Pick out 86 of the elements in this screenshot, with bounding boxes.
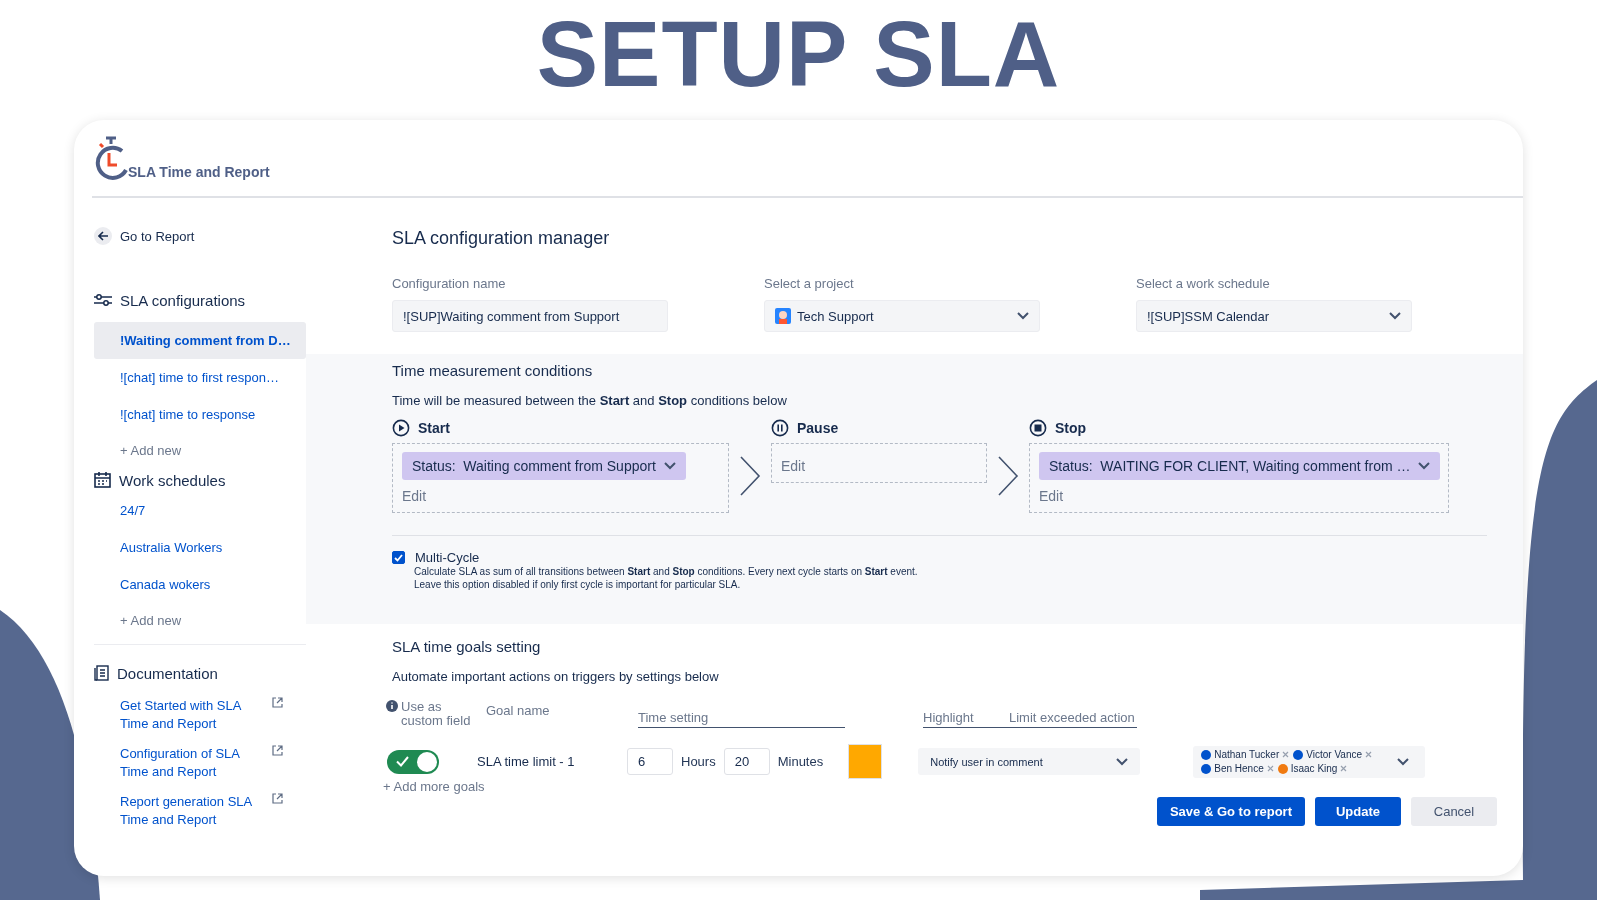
section-title: Time measurement conditions: [392, 362, 594, 379]
edit-link[interactable]: Edit: [1039, 488, 1064, 504]
section-title: Documentation: [117, 664, 218, 682]
play-icon: [392, 419, 410, 437]
name-field[interactable]: ![SUP]Waiting comment from Support: [392, 300, 668, 332]
unit-label: Hours: [681, 754, 716, 769]
sidebar-item[interactable]: ![chat] time to first respon…: [94, 359, 306, 396]
status-chip[interactable]: Status: Waiting comment from Support: [402, 452, 686, 480]
field-label: Select a work schedule: [1136, 276, 1271, 293]
hours-field[interactable]: 6: [627, 748, 673, 775]
section-title: Work schedules: [119, 471, 226, 489]
add-goals-link[interactable]: + Add more goals: [383, 779, 485, 794]
primary-button[interactable]: Update: [1315, 797, 1401, 826]
minutes-field[interactable]: 20: [723, 748, 770, 775]
doc-link[interactable]: Report generation SLA Time and Report: [120, 793, 270, 829]
step-label: Pause: [797, 420, 839, 436]
cancel-button[interactable]: Cancel: [1411, 797, 1497, 826]
check-icon: [396, 755, 409, 767]
status-chip[interactable]: Status: WAITING FOR CLIENT, Waiting comment from …: [1039, 452, 1441, 480]
toggle-switch[interactable]: [387, 749, 439, 774]
chevron-right-icon: [739, 456, 761, 496]
color-swatch[interactable]: [848, 744, 883, 779]
add-new-link[interactable]: + Add new: [94, 603, 306, 638]
unit-label: Minutes: [777, 754, 824, 769]
checkbox[interactable]: [392, 551, 405, 564]
stop-icon: [1029, 419, 1047, 437]
chevron-down-icon: [663, 462, 676, 470]
step-label: Start: [418, 420, 450, 436]
step-label: Stop: [1055, 420, 1087, 436]
column-header: Limit exceeded action: [1009, 710, 1137, 728]
help-text: Leave this option disabled if only first cycle is important for particular SLA.: [413, 578, 742, 591]
external-link-icon: [272, 793, 283, 804]
chevron-down-icon: [1017, 312, 1029, 320]
sidebar-item[interactable]: 24/7: [94, 492, 306, 529]
chevron-down-icon: [1389, 312, 1401, 320]
doc-link[interactable]: Get Started with SLA Time and Report: [120, 697, 270, 733]
goal-name: SLA time limit - 1: [477, 754, 576, 769]
user-tag: Isaac King: [1290, 762, 1338, 775]
doc-link[interactable]: Configuration of SLA Time and Report: [120, 745, 270, 781]
sidebar-item[interactable]: Canada wokers: [94, 566, 306, 603]
document-icon: [94, 665, 109, 681]
column-header: Use as custom field: [401, 700, 472, 728]
remove-icon[interactable]: [1266, 765, 1274, 772]
external-link-icon: [272, 745, 283, 756]
field-label: Select a project: [764, 276, 855, 293]
edit-link[interactable]: Edit: [402, 488, 427, 504]
user-tag: Victor Vance: [1306, 748, 1363, 761]
action-select[interactable]: Notify user in comment: [918, 748, 1141, 775]
section-title: SLA configurations: [120, 291, 246, 309]
edit-link[interactable]: Edit: [781, 458, 806, 474]
user-tag: Ben Hence: [1214, 762, 1264, 775]
project-icon: [775, 308, 791, 324]
field-label: Configuration name: [392, 276, 507, 293]
info-icon: [386, 700, 398, 712]
section-title: SLA time goals setting: [392, 638, 542, 655]
section-description: Time will be measured between the Start and Stop conditions below: [392, 393, 788, 408]
app-name: SLA Time and Report: [128, 164, 270, 180]
section-description: Automate important actions on triggers by settings below: [392, 669, 720, 684]
sidebar-item[interactable]: Australia Workers: [94, 529, 306, 566]
sidebar-item[interactable]: ![chat] time to response: [94, 396, 306, 433]
add-new-link[interactable]: + Add new: [94, 433, 306, 468]
page-heading: SLA configuration manager: [392, 228, 611, 250]
chevron-down-icon: [1116, 757, 1129, 766]
user-select[interactable]: Nathan Tucker Victor Vance Ben Hence Isaac King: [1193, 745, 1426, 778]
column-header: Goal name: [486, 703, 551, 720]
external-link-icon: [272, 697, 283, 708]
remove-icon[interactable]: [1282, 751, 1290, 758]
help-text: Calculate SLA as sum of all transitions between Start and Stop conditions. Every next cycle starts on Start event.: [413, 565, 919, 578]
column-header: Time setting: [638, 710, 845, 728]
remove-icon[interactable]: [1340, 765, 1348, 772]
sliders-icon: [94, 293, 112, 307]
chevron-right-icon: [997, 456, 1019, 496]
page-title: SETUP SLA: [536, 8, 1061, 104]
sidebar-item[interactable]: !Waiting comment from D…: [94, 322, 306, 359]
primary-button[interactable]: Save & Go to report: [1156, 797, 1305, 826]
chevron-down-icon: [1397, 757, 1410, 766]
chevron-down-icon: [1418, 462, 1431, 470]
remove-icon[interactable]: [1365, 751, 1373, 758]
checkbox-label: Multi-Cycle: [415, 550, 480, 565]
calendar-icon: [94, 472, 111, 488]
schedule-select[interactable]: ![SUP]SSM Calendar: [1136, 300, 1412, 332]
column-header: Highlight: [923, 710, 1009, 728]
pause-icon: [771, 419, 789, 437]
user-tag: Nathan Tucker: [1214, 748, 1280, 761]
back-link[interactable]: Go to Report: [120, 228, 195, 244]
project-select[interactable]: Tech Support: [764, 300, 1040, 332]
